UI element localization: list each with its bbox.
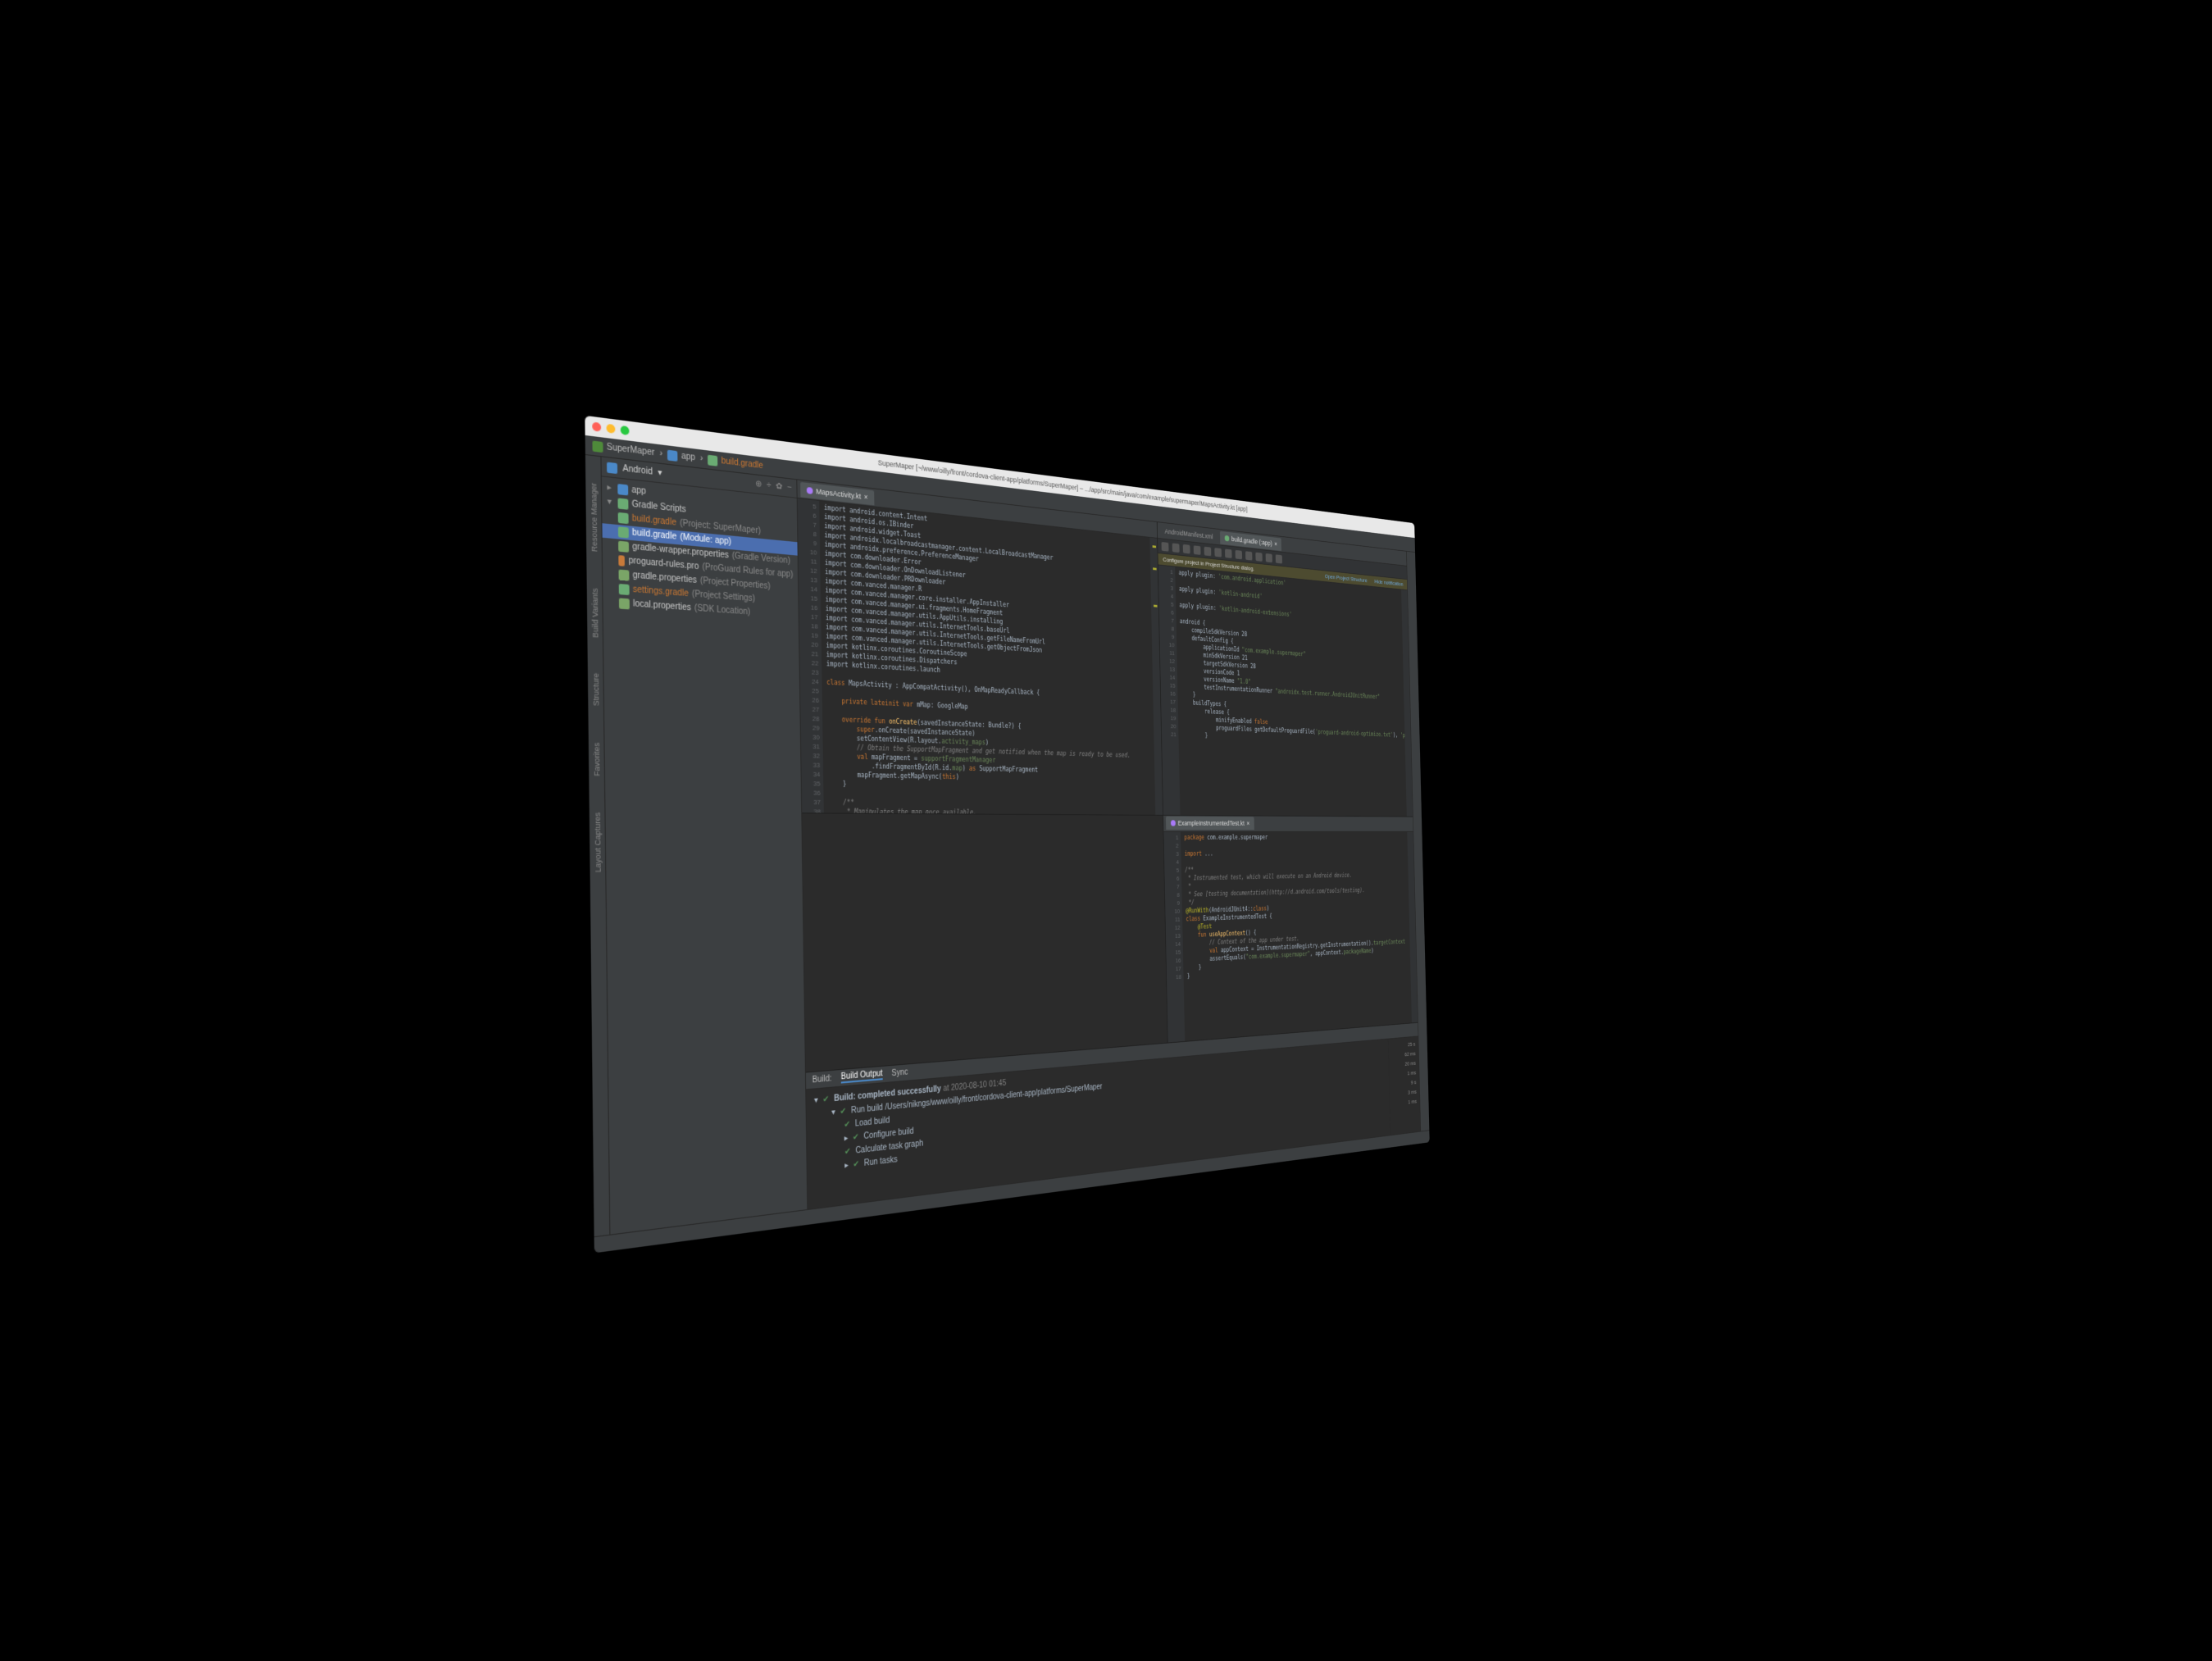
tool-favorites[interactable]: Favorites bbox=[592, 743, 601, 776]
editor-tabstrip-3: ExampleInstrumentedTest.kt × bbox=[1163, 816, 1413, 832]
build-tab-output[interactable]: Build Output bbox=[841, 1069, 883, 1084]
gradle-icon bbox=[617, 498, 628, 509]
gradle-icon bbox=[708, 454, 717, 466]
build-tab-sync[interactable]: Sync bbox=[891, 1067, 908, 1078]
toolbar-icon[interactable] bbox=[1183, 544, 1190, 553]
tool-structure[interactable]: Structure bbox=[591, 673, 600, 707]
properties-icon bbox=[619, 570, 630, 581]
code-editor[interactable]: apply plugin: 'com.android.application' … bbox=[1175, 567, 1407, 816]
code-editor[interactable]: import android.content.Intent import and… bbox=[819, 501, 1155, 815]
gradle-file-icon bbox=[1224, 535, 1229, 541]
run-icon[interactable] bbox=[1236, 549, 1243, 558]
android-view-icon bbox=[607, 462, 617, 474]
project-tool-add-icon[interactable]: ⊕ bbox=[755, 480, 762, 489]
tool-resource-manager[interactable]: Resource Manager bbox=[589, 482, 599, 552]
project-tool-hide-icon[interactable]: − bbox=[787, 483, 792, 493]
properties-icon bbox=[619, 598, 630, 609]
gradle-icon bbox=[619, 584, 630, 595]
build-tab-label: Build: bbox=[812, 1074, 832, 1085]
project-panel: Android ▾ ⊕ ÷ ✿ − ▸ app bbox=[602, 457, 808, 1234]
module-icon bbox=[617, 484, 628, 495]
tool-build-variants[interactable]: Build Variants bbox=[590, 587, 600, 637]
folder-icon bbox=[592, 440, 603, 453]
ide-window: SuperMaper [~/www/oilly/front/cordova-cl… bbox=[585, 416, 1429, 1254]
toolbar-icon[interactable] bbox=[1204, 546, 1212, 556]
build-timings: 25 s 62 ms 20 ms 1 ms 9 s 3 ms 1 ms bbox=[1388, 1036, 1421, 1135]
zoom-traffic-light[interactable] bbox=[621, 425, 630, 435]
editor-area: MapsActivity.kt × 5 6 7 8 9 10 11 12 13 … bbox=[797, 480, 1420, 1208]
toolbar-icon[interactable] bbox=[1194, 545, 1201, 555]
close-tab-icon[interactable]: × bbox=[864, 492, 868, 501]
nav-back-icon[interactable] bbox=[1162, 542, 1169, 552]
close-traffic-light[interactable] bbox=[592, 422, 601, 432]
stop-icon[interactable] bbox=[1255, 552, 1262, 561]
breadcrumb-module[interactable]: app bbox=[667, 449, 695, 463]
nav-fwd-icon[interactable] bbox=[1172, 543, 1180, 553]
close-tab-icon[interactable]: × bbox=[1246, 820, 1249, 827]
breadcrumb-project[interactable]: SuperMaper bbox=[592, 440, 654, 458]
project-tree: ▸ app ▾ Gradle Scripts build.gradle (Pro… bbox=[602, 476, 799, 626]
breadcrumb-file[interactable]: build.gradle bbox=[708, 454, 762, 471]
kotlin-file-icon bbox=[1171, 821, 1176, 826]
editor-pane-empty bbox=[802, 813, 1167, 1072]
hammer-icon[interactable] bbox=[1225, 548, 1232, 557]
gradle-icon bbox=[618, 526, 629, 538]
toolbar-icon[interactable] bbox=[1214, 548, 1222, 557]
gradle-icon bbox=[618, 512, 629, 524]
properties-icon bbox=[618, 541, 629, 553]
debug-icon[interactable] bbox=[1245, 551, 1252, 560]
editor-tab-instrumentedtest[interactable]: ExampleInstrumentedTest.kt × bbox=[1166, 817, 1254, 830]
toolbar-icon[interactable] bbox=[1266, 553, 1272, 562]
kotlin-file-icon bbox=[807, 486, 813, 494]
tool-layout-captures[interactable]: Layout Captures bbox=[593, 812, 603, 872]
editor-pane-buildgradle: AndroidManifest.xml build.gradle (:app) … bbox=[1158, 522, 1413, 817]
close-tab-icon[interactable]: × bbox=[1274, 540, 1277, 548]
module-icon bbox=[667, 449, 678, 461]
search-icon[interactable] bbox=[1276, 554, 1282, 563]
project-tool-gear-icon[interactable]: ✿ bbox=[776, 482, 782, 492]
proguard-icon bbox=[618, 555, 625, 567]
minimize-traffic-light[interactable] bbox=[607, 424, 616, 434]
hide-notification-link[interactable]: Hide notification bbox=[1374, 578, 1403, 587]
editor-pane-instrumentedtest: ExampleInstrumentedTest.kt × 1 2 3 4 5 6… bbox=[1163, 816, 1418, 1043]
project-view-selector[interactable]: Android bbox=[622, 464, 653, 477]
project-tool-split-icon[interactable]: ÷ bbox=[767, 480, 771, 490]
code-editor[interactable]: package com.example.supermaper import ..… bbox=[1181, 832, 1412, 1041]
editor-pane-mapsactivity: MapsActivity.kt × 5 6 7 8 9 10 11 12 13 … bbox=[797, 480, 1163, 814]
